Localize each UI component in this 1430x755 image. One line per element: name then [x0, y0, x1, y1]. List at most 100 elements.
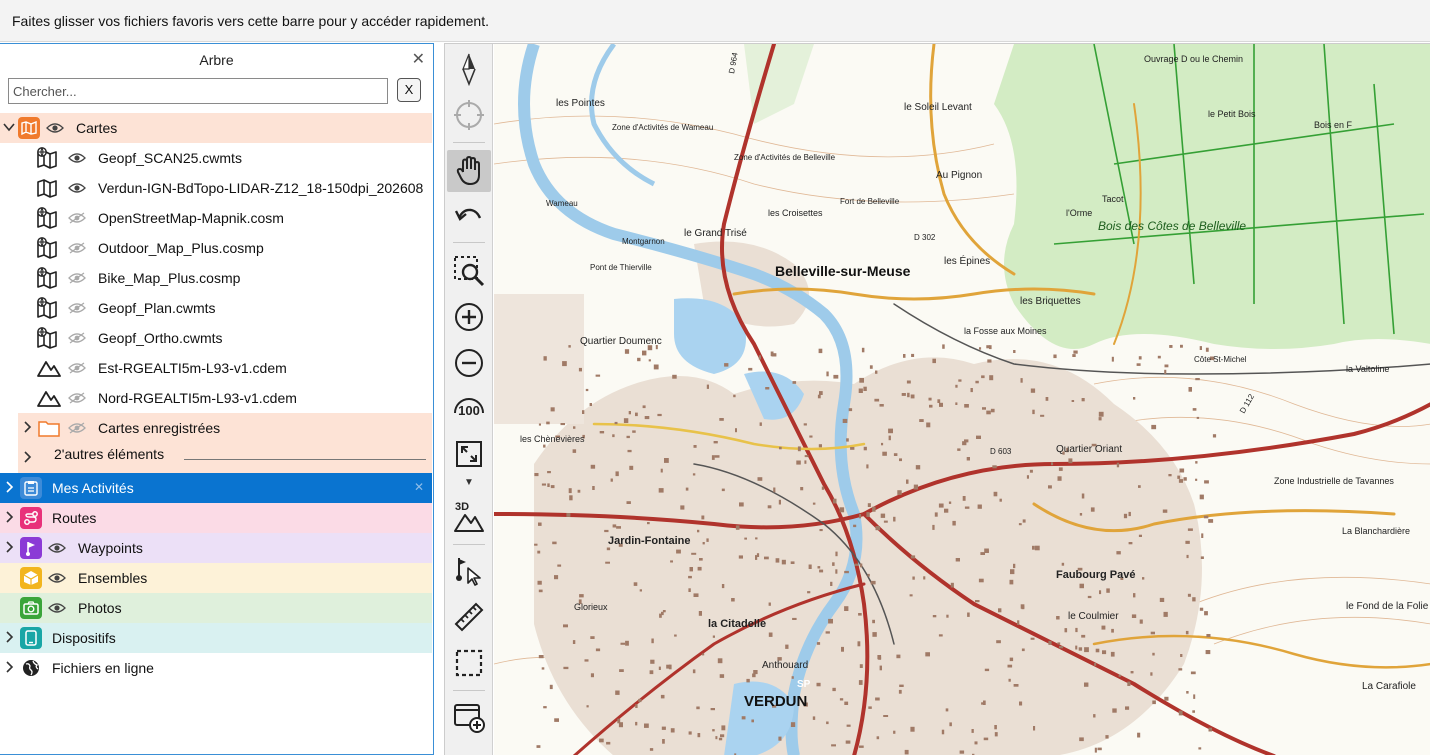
- undo-icon[interactable]: [447, 194, 491, 236]
- zoom-out-icon[interactable]: [447, 342, 491, 384]
- eye-hidden-icon[interactable]: [66, 242, 88, 254]
- chevron-right-icon[interactable]: [0, 660, 18, 676]
- map-building: [859, 664, 863, 668]
- map-building: [1098, 417, 1102, 421]
- 3d-view-icon[interactable]: 3D: [447, 495, 491, 537]
- map-canvas[interactable]: Belleville-sur-Meuse VERDUN Jardin-Fonta…: [494, 44, 1430, 755]
- tree-item-map[interactable]: Geopf_Plan.cwmts: [36, 293, 432, 323]
- map-building: [893, 730, 896, 734]
- map-building: [1130, 671, 1134, 674]
- map-building: [572, 449, 577, 453]
- map-building: [1020, 378, 1023, 383]
- tree-section-ensembles[interactable]: Ensembles: [0, 563, 432, 593]
- eye-hidden-icon[interactable]: [66, 332, 88, 344]
- tree-item-map[interactable]: Geopf_Ortho.cwmts: [36, 323, 432, 353]
- map-building: [599, 738, 604, 743]
- eye-hidden-icon[interactable]: [66, 302, 88, 314]
- map-building: [693, 445, 697, 448]
- map-building: [850, 447, 855, 450]
- topographic-map[interactable]: Belleville-sur-Meuse VERDUN Jardin-Fonta…: [494, 44, 1430, 755]
- map-building: [1212, 434, 1217, 438]
- tree-section-waypoints[interactable]: Waypoints: [0, 533, 432, 563]
- map-building: [964, 439, 969, 443]
- tree-item-map[interactable]: Nord-RGEALTI5m-L93-v1.cdem: [36, 383, 432, 413]
- online-map-icon: [36, 297, 62, 319]
- chevron-right-icon[interactable]: [0, 510, 18, 526]
- eye-hidden-icon[interactable]: [66, 422, 88, 434]
- map-building: [1159, 597, 1165, 602]
- map-building: [1199, 607, 1204, 611]
- map-building: [586, 705, 589, 708]
- map-building: [1030, 388, 1036, 393]
- tree-section-mes-activit-s[interactable]: Mes Activités ✕: [0, 473, 432, 503]
- eye-icon[interactable]: [46, 572, 68, 584]
- toolbar-more-icon[interactable]: ▼: [464, 477, 474, 488]
- map-building: [1185, 540, 1190, 544]
- fit-extent-icon[interactable]: [447, 433, 491, 475]
- tree-item-other-items[interactable]: 2'autres éléments: [18, 443, 432, 473]
- map-building: [547, 483, 550, 487]
- close-icon[interactable]: ✕: [412, 44, 425, 76]
- chevron-right-icon[interactable]: [0, 540, 18, 556]
- zoom-in-icon[interactable]: [447, 296, 491, 338]
- north-arrow-icon[interactable]: [447, 48, 491, 90]
- map-building: [1007, 664, 1013, 668]
- tree-item-cartes[interactable]: Cartes: [0, 113, 432, 143]
- chevron-right-icon[interactable]: [18, 450, 36, 466]
- map-building: [543, 444, 546, 448]
- map-building: [1208, 519, 1214, 523]
- map-building: [844, 606, 849, 611]
- tree-section-photos[interactable]: Photos: [0, 593, 432, 623]
- close-icon[interactable]: ✕: [414, 480, 424, 494]
- chevron-right-icon[interactable]: [18, 420, 36, 436]
- tree-item-map[interactable]: Verdun-IGN-BdTopo-LIDAR-Z12_18-150dpi_20…: [36, 173, 432, 203]
- zoom-selection-icon[interactable]: [447, 250, 491, 292]
- map-building: [1204, 611, 1208, 616]
- tree-item-map[interactable]: Est-RGEALTI5m-L93-v1.cdem: [36, 353, 432, 383]
- selection-box-icon[interactable]: [447, 642, 491, 684]
- map-building: [1116, 462, 1120, 468]
- eye-icon[interactable]: [44, 122, 66, 134]
- tree-section-fichiers-en-ligne[interactable]: Fichiers en ligne: [0, 653, 432, 683]
- eye-hidden-icon[interactable]: [66, 392, 88, 404]
- chevron-right-icon[interactable]: [0, 630, 18, 646]
- map-building: [541, 483, 546, 486]
- pan-hand-icon[interactable]: [447, 150, 491, 192]
- eye-icon[interactable]: [46, 602, 68, 614]
- map-building: [1040, 414, 1045, 417]
- chevron-down-icon[interactable]: [0, 121, 18, 136]
- select-cursor-icon[interactable]: [447, 550, 491, 592]
- map-building: [1061, 562, 1065, 566]
- eye-hidden-icon[interactable]: [66, 362, 88, 374]
- add-layer-icon[interactable]: [447, 696, 491, 738]
- tree-item-map[interactable]: OpenStreetMap-Mapnik.cosm: [36, 203, 432, 233]
- search-clear-button[interactable]: X: [397, 78, 421, 102]
- zoom-100-icon[interactable]: 100: [447, 387, 491, 429]
- tree-item-map[interactable]: Bike_Map_Plus.cosmp: [36, 263, 432, 293]
- map-view[interactable]: 100 ▼ 3D Belleville-sur-Meuse VERDUN Jar…: [444, 43, 1430, 755]
- tree-section-routes[interactable]: Routes: [0, 503, 432, 533]
- ruler-icon[interactable]: [447, 596, 491, 638]
- map-building: [536, 745, 541, 748]
- eye-icon[interactable]: [66, 182, 88, 194]
- eye-hidden-icon[interactable]: [66, 272, 88, 284]
- map-building: [1127, 681, 1131, 686]
- map-building: [825, 631, 830, 634]
- map-building: [768, 602, 771, 606]
- eye-icon[interactable]: [46, 542, 68, 554]
- eye-hidden-icon[interactable]: [66, 212, 88, 224]
- map-building: [549, 684, 553, 690]
- map-building: [993, 491, 998, 497]
- tree-section-dispositifs[interactable]: Dispositifs: [0, 623, 432, 653]
- tree-item-saved-maps[interactable]: Cartes enregistrées: [18, 413, 432, 443]
- tree-item-map[interactable]: Outdoor_Map_Plus.cosmp: [36, 233, 432, 263]
- map-building: [746, 678, 750, 683]
- tree-item-map[interactable]: Geopf_SCAN25.cwmts: [36, 143, 432, 173]
- map-building: [1128, 542, 1133, 545]
- eye-icon[interactable]: [66, 152, 88, 164]
- search-input[interactable]: [8, 78, 388, 104]
- locate-icon[interactable]: [447, 94, 491, 136]
- map-building: [952, 520, 956, 526]
- chevron-right-icon[interactable]: [0, 480, 18, 496]
- map-building: [721, 725, 726, 731]
